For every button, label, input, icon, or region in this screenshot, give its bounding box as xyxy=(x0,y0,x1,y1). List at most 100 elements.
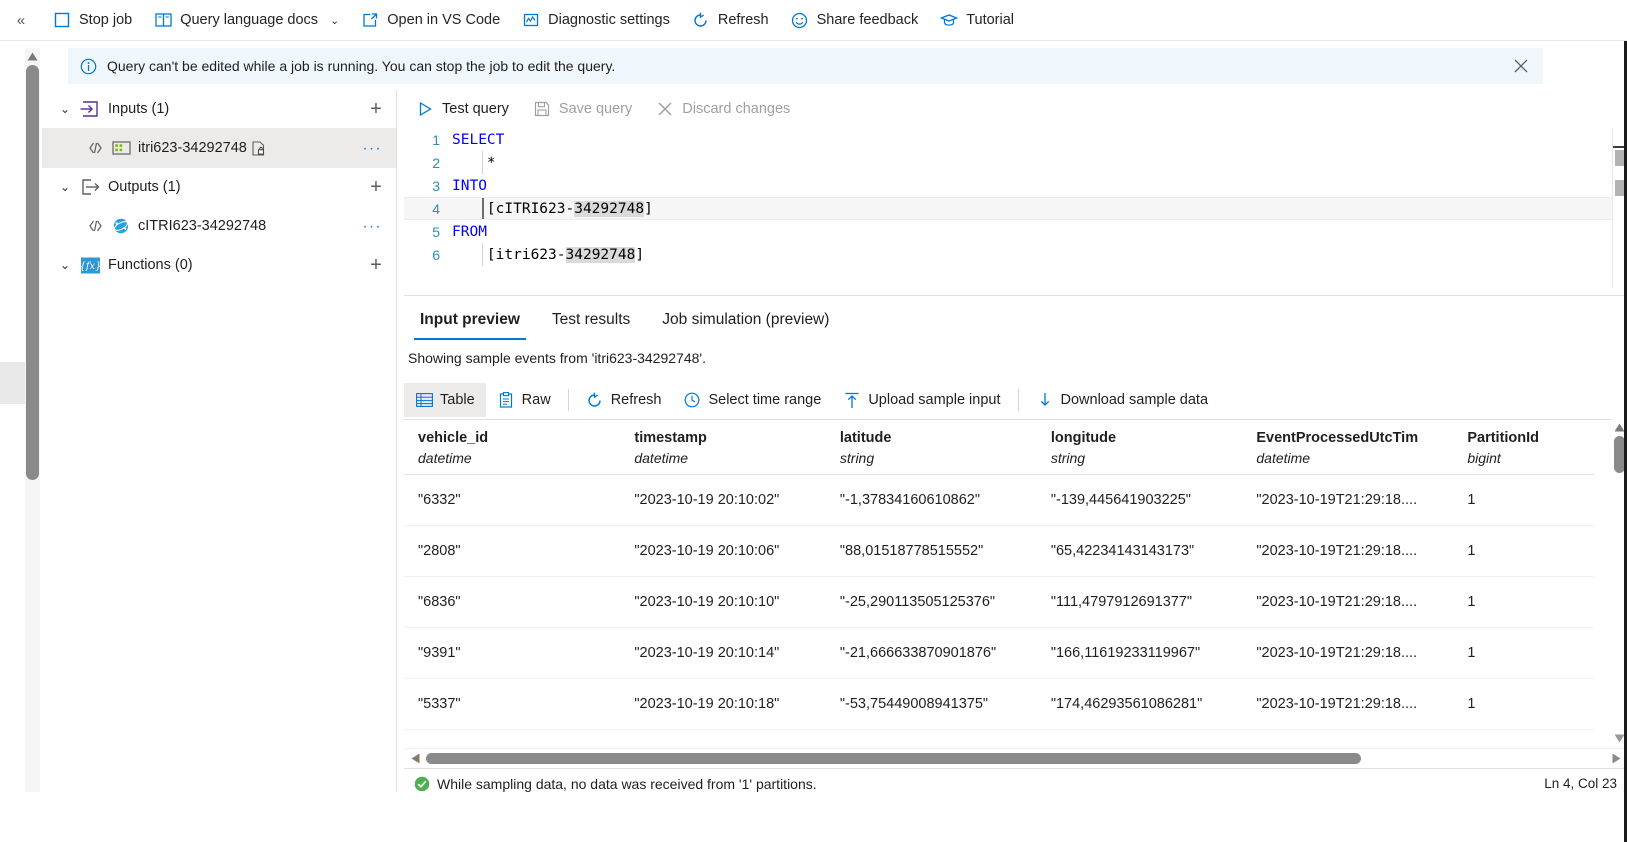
chevron-down-icon[interactable]: ⌄ xyxy=(52,180,78,194)
tab-input-preview[interactable]: Input preview xyxy=(404,300,536,340)
collapse-panel-button[interactable]: « xyxy=(0,0,42,41)
code-selection: 34292748 xyxy=(574,200,645,217)
add-input-button[interactable]: + xyxy=(366,99,386,119)
column-name: vehicle_id xyxy=(418,430,489,446)
chart-monitor-icon xyxy=(522,11,540,29)
table-row[interactable]: "5337" "2023-10-19 20:10:18" "-53,754490… xyxy=(404,678,1594,730)
query-language-docs-button[interactable]: Query language docs ⌄ xyxy=(143,0,350,41)
diagnostic-settings-label: Diagnostic settings xyxy=(548,12,670,28)
scroll-left-arrow-icon[interactable] xyxy=(404,753,426,764)
share-feedback-label: Share feedback xyxy=(816,12,919,28)
tree-item-input-itri623[interactable]: itri623-34292748 ··· xyxy=(42,128,396,168)
select-time-range-button[interactable]: Select time range xyxy=(672,383,832,417)
chevron-down-icon[interactable]: ⌄ xyxy=(330,14,339,27)
info-circle-icon xyxy=(80,58,97,75)
table-row[interactable]: "2808" "2023-10-19 20:10:06" "88,0151877… xyxy=(404,525,1594,577)
tree-group-outputs[interactable]: ⌄ Outputs (1) + xyxy=(42,168,396,206)
cell-timestamp: "2023-10-19 20:10:02" xyxy=(620,474,826,526)
cell-latitude: "88,01518778515552" xyxy=(825,525,1037,577)
line-number: 6 xyxy=(432,246,440,263)
tree-item-output-more-button[interactable]: ··· xyxy=(363,219,383,234)
upload-sample-input-button[interactable]: Upload sample input xyxy=(832,383,1011,417)
cell-event-processed-utc-time: "2023-10-19T21:29:18.... xyxy=(1242,576,1454,628)
refresh-button[interactable]: Refresh xyxy=(681,0,780,41)
refresh-icon xyxy=(586,391,604,409)
scroll-up-arrow-icon[interactable] xyxy=(25,51,40,62)
column-header-event-processed-utc-time[interactable]: EventProcessedUtcTim datetime xyxy=(1242,420,1454,475)
column-header-longitude[interactable]: longitude string xyxy=(1036,420,1243,475)
refresh-icon xyxy=(692,11,710,29)
table-header: vehicle_id datetime timestamp datetime l… xyxy=(404,420,1594,475)
book-icon xyxy=(154,11,172,29)
code-text-tail: ] xyxy=(644,200,653,217)
column-header-vehicle-id[interactable]: vehicle_id datetime xyxy=(404,420,621,475)
tutorial-button[interactable]: Tutorial xyxy=(929,0,1025,41)
horizontal-scrollbar-thumb[interactable] xyxy=(426,753,1361,764)
input-arrow-icon xyxy=(78,100,102,118)
add-output-button[interactable]: + xyxy=(366,177,386,197)
diagnostic-settings-button[interactable]: Diagnostic settings xyxy=(511,0,681,41)
discard-changes-button[interactable]: Discard changes xyxy=(644,93,802,125)
preview-refresh-button[interactable]: Refresh xyxy=(575,383,673,417)
stop-job-button[interactable]: Stop job xyxy=(42,0,143,41)
tab-test-results-label: Test results xyxy=(551,311,631,328)
add-function-button[interactable]: + xyxy=(366,255,386,275)
cell-longitude: "-139,445641903225" xyxy=(1036,474,1243,526)
column-type: bigint xyxy=(1467,450,1501,466)
column-header-partition-id[interactable]: PartitionId bigint xyxy=(1453,420,1594,475)
chevron-down-icon[interactable]: ⌄ xyxy=(52,258,78,272)
tree-item-input-more-button[interactable]: ··· xyxy=(363,141,383,156)
raw-view-button[interactable]: Raw xyxy=(486,383,562,417)
column-header-latitude[interactable]: latitude string xyxy=(825,420,1037,475)
table-row[interactable]: "6332" "2023-10-19 20:10:02" "-1,3783416… xyxy=(404,474,1594,526)
open-in-vs-code-button[interactable]: Open in VS Code xyxy=(350,0,511,41)
cell-partition-id: 1 xyxy=(1453,576,1594,628)
save-query-button[interactable]: Save query xyxy=(521,93,644,125)
tab-test-results[interactable]: Test results xyxy=(536,300,646,340)
tree-group-functions[interactable]: ⌄ {fx} Functions (0) + xyxy=(42,246,396,284)
test-query-button[interactable]: Test query xyxy=(404,93,521,125)
code-text: [itri623- xyxy=(452,246,566,263)
column-type: datetime xyxy=(1256,450,1311,466)
line-number: 4 xyxy=(432,200,440,217)
close-icon[interactable] xyxy=(1511,56,1531,76)
column-name: longitude xyxy=(1050,430,1117,446)
table-row[interactable]: "9391" "2023-10-19 20:10:14" "-21,666633… xyxy=(404,627,1594,679)
table-header-row: vehicle_id datetime timestamp datetime l… xyxy=(404,420,1594,475)
table-view-button[interactable]: Table xyxy=(404,383,486,417)
input-preview-table-container[interactable]: vehicle_id datetime timestamp datetime l… xyxy=(404,419,1612,747)
table-body: "6332" "2023-10-19 20:10:02" "-1,3783416… xyxy=(404,474,1594,730)
toolbar-divider xyxy=(1017,389,1019,411)
link-icon xyxy=(84,219,106,233)
cell-partition-id: 1 xyxy=(1453,474,1594,526)
tree-item-input-label: itri623-34292748 xyxy=(138,140,247,156)
tree-item-output-citri623[interactable]: cITRI623-34292748 ··· xyxy=(42,206,396,246)
share-feedback-button[interactable]: Share feedback xyxy=(780,0,930,41)
table-horizontal-scrollbar[interactable] xyxy=(404,748,1627,768)
tree-group-inputs[interactable]: ⌄ Inputs (1) + xyxy=(42,90,396,128)
banner-message: Query can't be edited while a job is run… xyxy=(107,58,616,74)
column-header-timestamp[interactable]: timestamp datetime xyxy=(620,420,826,475)
tree-group-inputs-label: Inputs (1) xyxy=(108,101,170,117)
stop-job-label: Stop job xyxy=(79,12,133,28)
chevron-down-icon[interactable]: ⌄ xyxy=(52,102,78,116)
query-code-editor[interactable]: 1 SELECT 2 * 3 INTO 4 [cITRI623- 3429274… xyxy=(404,128,1612,288)
play-icon xyxy=(416,100,434,118)
horizontal-scroll-track[interactable] xyxy=(426,753,1605,764)
status-bar: While sampling data, no data was receive… xyxy=(404,768,1627,798)
download-sample-data-button[interactable]: Download sample data xyxy=(1025,383,1220,417)
upload-icon xyxy=(843,391,861,409)
raw-view-label: Raw xyxy=(521,392,551,408)
table-view-label: Table xyxy=(440,392,475,408)
page-scrollbar-thumb[interactable] xyxy=(26,65,39,480)
tab-job-simulation[interactable]: Job simulation (preview) xyxy=(646,300,845,340)
line-number: 2 xyxy=(432,154,440,171)
table-row[interactable]: "6836" "2023-10-19 20:10:10" "-25,290113… xyxy=(404,576,1594,628)
cell-vehicle-id: "6836" xyxy=(404,576,621,628)
code-line: 6 [itri623- 34292748 ] xyxy=(404,243,1612,266)
cell-vehicle-id: "2808" xyxy=(404,525,621,577)
page-vertical-scrollbar[interactable] xyxy=(25,48,40,792)
code-line-active: 4 [cITRI623- 34292748 ] xyxy=(404,197,1612,220)
cell-event-processed-utc-time: "2023-10-19T21:29:18.... xyxy=(1242,474,1454,526)
column-type: datetime xyxy=(418,450,472,466)
